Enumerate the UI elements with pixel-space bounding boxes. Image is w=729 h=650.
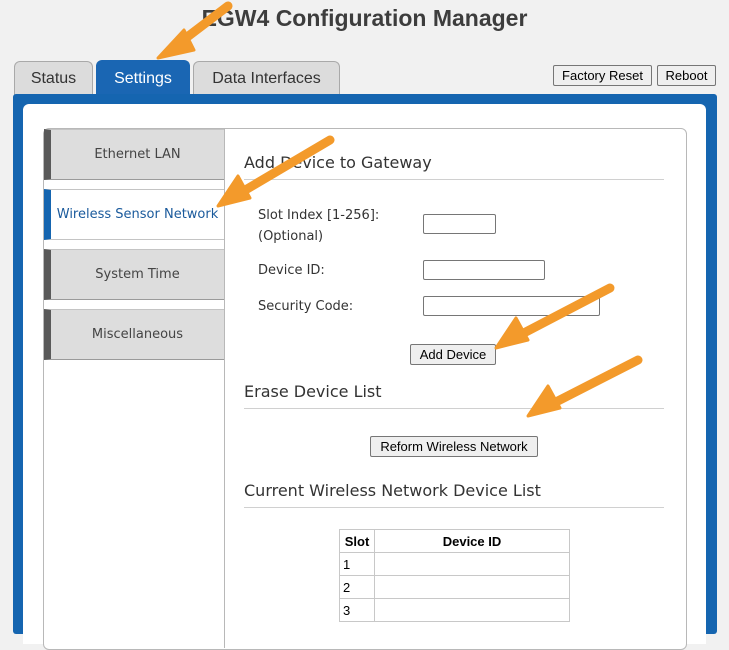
slot-cell: 1	[339, 552, 375, 576]
tab-status[interactable]: Status	[14, 61, 93, 95]
sidebar-item-label: System Time	[95, 267, 180, 282]
settings-panel-frame: Ethernet LAN Wireless Sensor Network Sys…	[13, 94, 717, 650]
sidebar-item-ethernet-lan[interactable]: Ethernet LAN	[44, 129, 224, 180]
device-id-label: Device ID:	[258, 263, 325, 278]
device-id-cell	[374, 575, 570, 599]
sidebar-item-system-time[interactable]: System Time	[44, 249, 224, 300]
factory-reset-button[interactable]: Factory Reset	[553, 65, 652, 86]
device-list-table: Slot Device ID 1 2 3	[339, 529, 570, 622]
table-row: 2	[339, 575, 570, 599]
table-row: 3	[339, 598, 570, 622]
security-code-label: Security Code:	[258, 299, 354, 314]
table-row: 1	[339, 552, 570, 576]
sidebar-divider	[224, 128, 225, 648]
content-box: Ethernet LAN Wireless Sensor Network Sys…	[43, 128, 687, 650]
erase-device-list-heading: Erase Device List	[244, 382, 664, 409]
table-header-row: Slot Device ID	[339, 529, 570, 553]
settings-panel: Ethernet LAN Wireless Sensor Network Sys…	[23, 104, 706, 650]
sidebar-item-wireless-sensor-network[interactable]: Wireless Sensor Network	[44, 189, 224, 240]
column-header-device-id: Device ID	[374, 529, 570, 553]
security-code-input[interactable]	[423, 296, 600, 316]
sidebar-item-label: Ethernet LAN	[94, 147, 181, 162]
slot-index-label: Slot Index [1-256]: (Optional)	[258, 208, 380, 244]
device-list-heading: Current Wireless Network Device List	[244, 481, 664, 508]
column-header-slot: Slot	[339, 529, 375, 553]
sidebar-item-label: Wireless Sensor Network	[56, 207, 219, 222]
slot-cell: 2	[339, 575, 375, 599]
add-device-button[interactable]: Add Device	[410, 344, 496, 365]
slot-index-input[interactable]	[423, 214, 496, 234]
device-id-cell	[374, 552, 570, 576]
reform-wireless-network-button[interactable]: Reform Wireless Network	[370, 436, 538, 457]
slot-cell: 3	[339, 598, 375, 622]
sidebar-item-label: Miscellaneous	[91, 327, 184, 342]
add-device-heading: Add Device to Gateway	[244, 153, 664, 180]
device-id-input[interactable]	[423, 260, 545, 280]
device-id-cell	[374, 598, 570, 622]
sidebar-item-miscellaneous[interactable]: Miscellaneous	[44, 309, 224, 360]
reboot-button[interactable]: Reboot	[657, 65, 716, 86]
tab-settings[interactable]: Settings	[96, 60, 190, 96]
tab-data-interfaces[interactable]: Data Interfaces	[193, 61, 340, 95]
page-title: EGW4 Configuration Manager	[201, 5, 528, 31]
